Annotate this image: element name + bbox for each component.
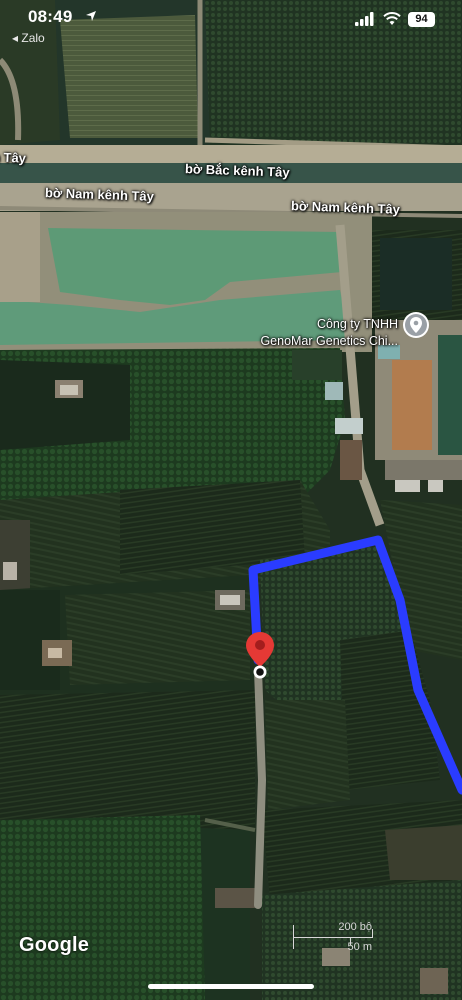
poi-label-genomar[interactable]: Công ty TNHH GenoMar Genetics Chi... [225,316,398,350]
poi-name-line2: GenoMar Genetics Chi... [260,334,398,348]
status-time: 08:49 [28,7,73,26]
destination-marker-icon[interactable] [245,631,275,686]
status-bar: 08:49 ◂ Zalo 94 [0,0,462,48]
google-attribution-logo: Google [19,934,90,956]
wifi-icon [383,12,401,31]
poi-name-line1: Công ty TNHH [316,317,398,331]
scale-tick-left [293,925,294,949]
scale-label-feet: 200 bộ [338,921,372,933]
map-scale-bar: 200 bộ 50 m [290,919,380,959]
location-arrow-icon [85,9,97,27]
place-pin-icon[interactable] [402,311,430,344]
battery-icon: 94 [408,12,435,27]
road-label-partial-kenh-tay: h Tây [0,149,27,166]
scale-bar-line [293,937,373,938]
scale-label-meters: 50 m [347,941,372,953]
back-to-app-link[interactable]: ◂ Zalo [12,31,45,45]
home-indicator[interactable] [148,984,314,989]
scale-tick-right-top [372,929,373,937]
satellite-map[interactable] [0,0,462,1000]
cellular-signal-icon [355,12,375,31]
